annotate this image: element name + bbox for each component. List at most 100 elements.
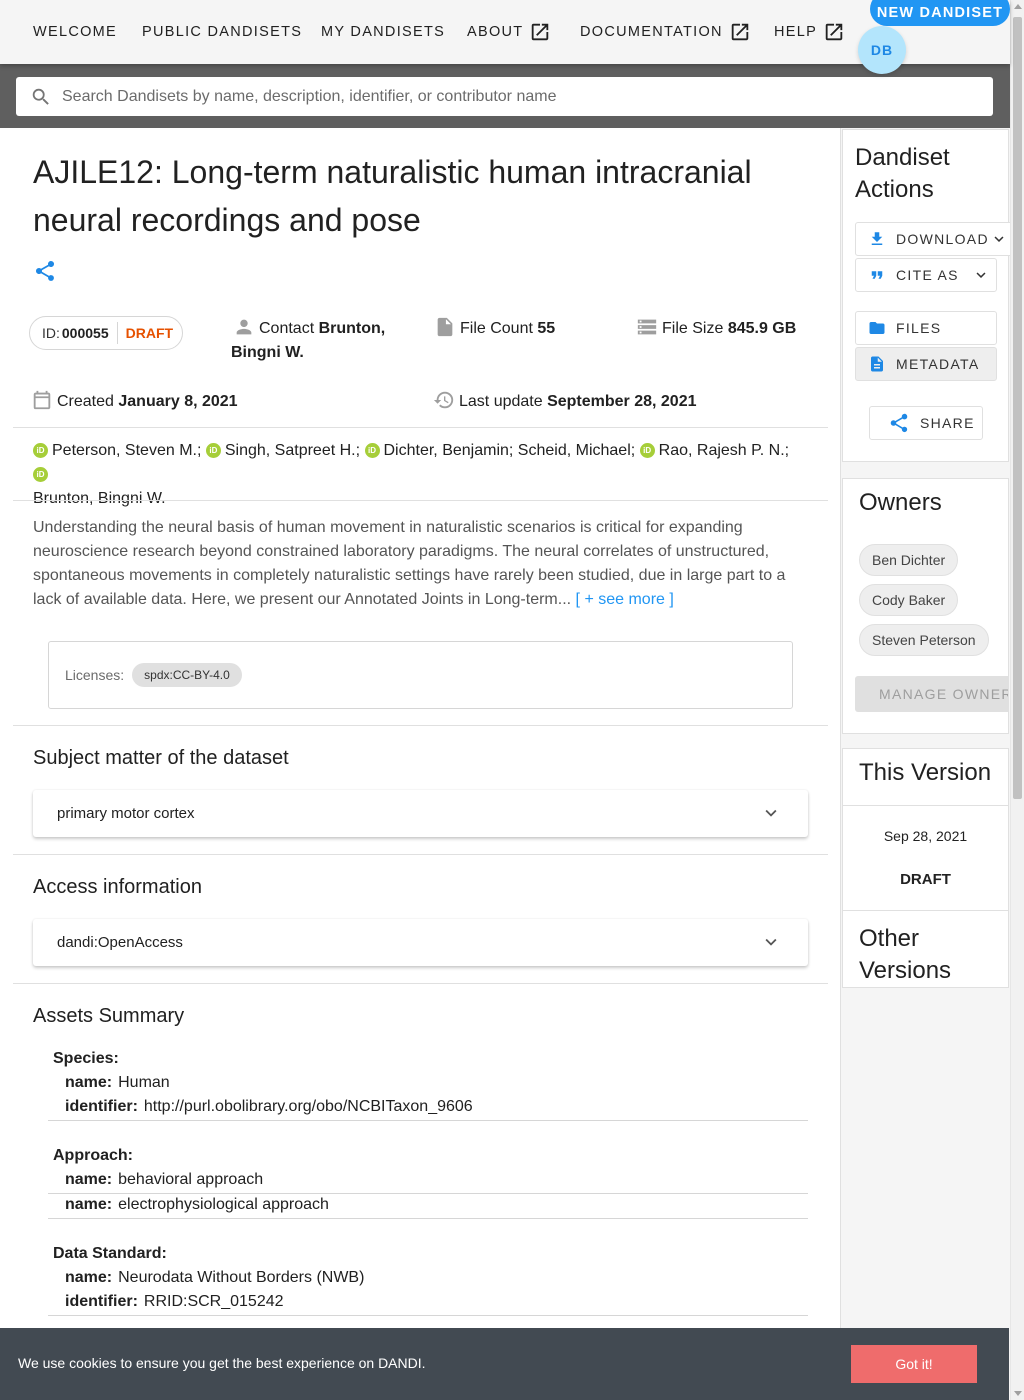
person-icon (236, 319, 252, 335)
nav-documentation[interactable]: DOCUMENTATION (580, 22, 751, 42)
name-key: name: (65, 1074, 113, 1091)
metadata-label: METADATA (896, 356, 980, 372)
owner-chip: Steven Peterson (859, 624, 989, 656)
contributor-name: Brunton, Bingni W. (33, 490, 166, 507)
folder-icon (869, 322, 885, 334)
approach-name: behavioral approach (118, 1171, 264, 1188)
species-heading: Species: (53, 1047, 119, 1071)
scrollbar-thumb[interactable] (1013, 17, 1022, 799)
orcid-icon[interactable]: iD (639, 443, 655, 458)
divider (13, 427, 828, 428)
species-name: Human (118, 1074, 170, 1091)
contributor: Scheid, Michael; (518, 442, 635, 459)
divider (13, 854, 828, 855)
version-date[interactable]: Sep 28, 2021 (843, 828, 1008, 844)
file-count-value: 55 (537, 320, 556, 337)
standard-heading: Data Standard: (53, 1242, 167, 1266)
contributor: Brunton, Bingni W. (33, 490, 166, 507)
orcid-icon[interactable]: iD (33, 467, 48, 482)
manage-owners-button[interactable]: MANAGE OWNERS (855, 676, 1008, 712)
orcid-icon[interactable]: iD (205, 443, 221, 458)
metadata-button[interactable]: METADATA (855, 347, 997, 381)
identifier-key: identifier: (65, 1293, 138, 1310)
last-update: Last update September 28, 2021 (433, 389, 697, 414)
download-icon (871, 232, 883, 245)
contributor-name: Peterson, Steven M.; (52, 442, 202, 459)
subject-section-title: Subject matter of the dataset (33, 747, 289, 769)
scroll-up-arrow-icon[interactable] (1014, 4, 1022, 9)
manage-owners-label: MANAGE OWNERS (879, 686, 1008, 702)
cite-as-button[interactable]: CITE AS (855, 258, 997, 292)
divider (13, 725, 828, 726)
contributor[interactable]: iD Peterson, Steven M.; (33, 442, 201, 459)
search-icon (32, 88, 49, 105)
see-more-link[interactable]: [ + see more ] (576, 591, 674, 608)
approach-heading: Approach: (53, 1144, 133, 1168)
approach-row: name: behavioral approach (65, 1168, 263, 1192)
nav-about[interactable]: ABOUT (467, 22, 551, 42)
licenses-label: Licenses: (65, 667, 125, 683)
user-avatar[interactable]: DB (858, 26, 906, 74)
chevron-down-icon (976, 272, 986, 278)
file-icon (437, 317, 453, 337)
contributor-name: Singh, Satpreet H.; (224, 442, 361, 459)
storage-icon (637, 319, 657, 335)
nav-welcome[interactable]: WELCOME (33, 22, 117, 42)
top-nav: WELCOME PUBLIC DANDISETS MY DANDISETS AB… (0, 0, 1010, 74)
scroll-down-arrow-icon[interactable] (1014, 1391, 1022, 1396)
contact-label: Contact (259, 320, 315, 337)
search-box[interactable] (16, 77, 993, 116)
divider (843, 910, 1008, 911)
nav-my-dandisets[interactable]: MY DANDISETS (321, 22, 445, 42)
search-input[interactable] (62, 87, 962, 106)
owner-chip: Ben Dichter (859, 544, 959, 576)
files-label: FILES (896, 320, 942, 336)
file-size-label: File Size (662, 320, 724, 337)
contributor[interactable]: iD Dichter, Benjamin; (364, 442, 514, 459)
versions-panel: This Version Sep 28, 2021 DRAFT Other Ve… (842, 748, 1009, 988)
divider (48, 1120, 808, 1121)
actions-title: Dandiset Actions (855, 144, 950, 203)
divider (13, 500, 828, 501)
chip-divider (116, 322, 118, 344)
files-button[interactable]: FILES (855, 311, 997, 345)
external-link-icon (731, 23, 749, 41)
nav-about-label: ABOUT (467, 24, 524, 40)
cookie-accept-button[interactable]: Got it! (851, 1345, 977, 1383)
name-key: name: (65, 1269, 113, 1286)
owners-panel: Owners Ben Dichter Cody Baker Steven Pet… (842, 478, 1009, 734)
divider (13, 983, 828, 984)
download-button[interactable]: DOWNLOAD (855, 222, 1015, 256)
history-icon (433, 391, 454, 409)
chevron-down-icon[interactable] (760, 931, 782, 953)
species-name-row: name: Human (65, 1071, 170, 1095)
nav-public-dandisets[interactable]: PUBLIC DANDISETS (142, 22, 302, 42)
share-icon[interactable] (33, 259, 57, 283)
contributor-name: Scheid, Michael; (517, 442, 636, 459)
created-label: Created (57, 393, 114, 410)
access-panel[interactable]: dandi:OpenAccess (33, 919, 808, 966)
search-band (0, 64, 1010, 128)
chevron-down-icon[interactable] (760, 802, 782, 824)
contributor[interactable]: iD Singh, Satpreet H.; (205, 442, 361, 459)
orcid-icon[interactable]: iD (33, 443, 48, 458)
chevron-down-icon (994, 236, 1004, 242)
share-button[interactable]: SHARE (869, 406, 983, 440)
page-scrollbar[interactable] (1010, 0, 1024, 1400)
created-value: January 8, 2021 (118, 393, 238, 410)
external-link-icon (532, 23, 549, 41)
new-dandiset-button[interactable]: NEW DANDISET (870, 0, 1010, 26)
nav-welcome-label: WELCOME (33, 24, 118, 40)
standard-identifier-row: identifier: RRID:SCR_015242 (65, 1290, 284, 1314)
nav-help-label: HELP (774, 24, 818, 40)
orcid-icon[interactable]: iD (364, 443, 380, 458)
contributor[interactable]: iD Rao, Rajesh P. N.; (639, 442, 789, 459)
standard-label: Data Standard: (53, 1245, 167, 1262)
version-status[interactable]: DRAFT (843, 871, 1008, 888)
contributor-name: Dichter, Benjamin; (383, 442, 514, 459)
divider (843, 805, 1008, 806)
nav-help[interactable]: HELP (774, 22, 845, 42)
subject-value: primary motor cortex (57, 805, 195, 822)
subject-panel[interactable]: primary motor cortex (33, 790, 808, 837)
share-icon (890, 413, 908, 433)
